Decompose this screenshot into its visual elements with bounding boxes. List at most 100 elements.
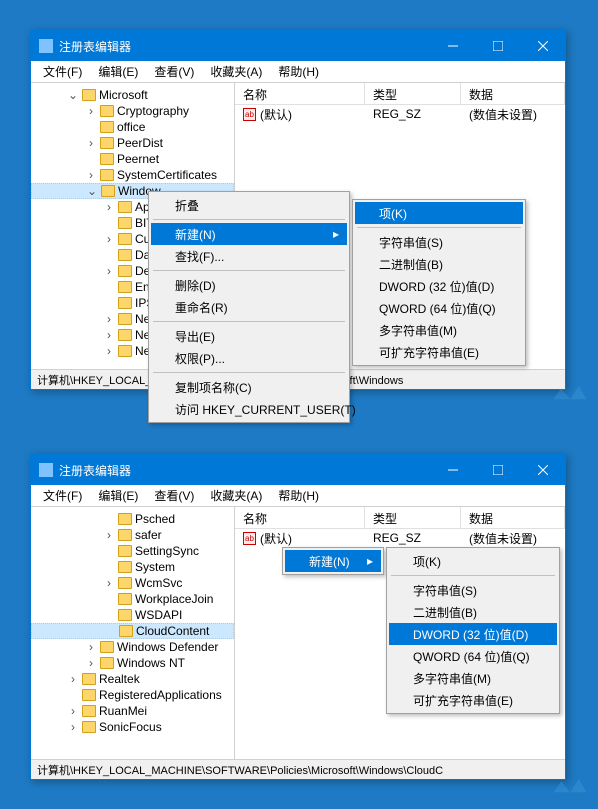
tree-pane[interactable]: Psched ›safer SettingSync System ›WcmSvc… (31, 507, 235, 759)
titlebar[interactable]: 注册表编辑器 (31, 455, 565, 485)
menu-help[interactable]: 帮助(H) (270, 485, 327, 506)
tree-node[interactable]: ›Realtek (31, 671, 234, 687)
tree-node[interactable]: ›SonicFocus (31, 719, 234, 735)
ctx-new-key[interactable]: 项(K) (389, 550, 557, 572)
ctx-new-multi[interactable]: 多字符串值(M) (389, 667, 557, 689)
expand-icon[interactable]: › (85, 104, 97, 118)
ctx-export[interactable]: 导出(E) (151, 325, 347, 347)
expand-icon[interactable]: › (85, 656, 97, 670)
tree-node[interactable]: RegisteredApplications (31, 687, 234, 703)
folder-icon (82, 673, 96, 685)
folder-icon (118, 201, 132, 213)
expand-icon[interactable]: › (67, 704, 79, 718)
col-type[interactable]: 类型 (365, 507, 461, 528)
menu-fav[interactable]: 收藏夹(A) (202, 485, 270, 506)
tree-node-microsoft[interactable]: ⌄Microsoft (31, 87, 234, 103)
ctx-new-dword[interactable]: DWORD (32 位)值(D) (355, 275, 523, 297)
expand-icon[interactable]: › (67, 672, 79, 686)
ctx-new-binary[interactable]: 二进制值(B) (355, 253, 523, 275)
tree-node[interactable]: System (31, 559, 234, 575)
ctx-new-key[interactable]: 项(K) (355, 202, 523, 224)
expand-icon[interactable]: › (85, 136, 97, 150)
list-header[interactable]: 名称 类型 数据 (235, 507, 565, 529)
expand-icon[interactable]: › (103, 264, 115, 278)
ctx-delete[interactable]: 删除(D) (151, 274, 347, 296)
tree-node[interactable]: ›RuanMei (31, 703, 234, 719)
menu-view[interactable]: 查看(V) (146, 485, 202, 506)
expand-icon[interactable]: › (103, 528, 115, 542)
menu-edit[interactable]: 编辑(E) (90, 61, 146, 82)
col-data[interactable]: 数据 (461, 507, 565, 528)
tree-node[interactable]: WSDAPI (31, 607, 234, 623)
list-header[interactable]: 名称 类型 数据 (235, 83, 565, 105)
ctx-new-multi[interactable]: 多字符串值(M) (355, 319, 523, 341)
tree-node[interactable]: ›Windows NT (31, 655, 234, 671)
ctx-find[interactable]: 查找(F)... (151, 245, 347, 267)
expand-icon[interactable]: › (103, 576, 115, 590)
ctx-copykey[interactable]: 复制项名称(C) (151, 376, 347, 398)
ctx-new-string[interactable]: 字符串值(S) (389, 579, 557, 601)
expand-icon[interactable]: › (67, 720, 79, 734)
col-name[interactable]: 名称 (235, 507, 365, 528)
ctx-permissions[interactable]: 权限(P)... (151, 347, 347, 369)
separator (357, 227, 521, 228)
tree-node[interactable]: Peernet (31, 151, 234, 167)
ctx-new-qword[interactable]: QWORD (64 位)值(Q) (389, 645, 557, 667)
menu-help[interactable]: 帮助(H) (270, 61, 327, 82)
tree-node[interactable]: ›Cryptography (31, 103, 234, 119)
ctx-new[interactable]: 新建(N) (151, 223, 347, 245)
collapse-icon[interactable]: ⌄ (67, 88, 79, 102)
menu-file[interactable]: 文件(F) (35, 485, 90, 506)
tree-node-cloudcontent[interactable]: CloudContent (31, 623, 234, 639)
tree-node[interactable]: office (31, 119, 234, 135)
menubar: 文件(F) 编辑(E) 查看(V) 收藏夹(A) 帮助(H) (31, 61, 565, 83)
tree-node[interactable]: Psched (31, 511, 234, 527)
ctx-new-dword[interactable]: DWORD (32 位)值(D) (389, 623, 557, 645)
status-bar: 计算机\HKEY_LOCAL_MACHINE\SOFTWARE\Policies… (31, 759, 565, 779)
menu-fav[interactable]: 收藏夹(A) (202, 61, 270, 82)
expand-icon[interactable]: › (103, 344, 115, 358)
tree-node[interactable]: ›SystemCertificates (31, 167, 234, 183)
ctx-new-qword[interactable]: QWORD (64 位)值(Q) (355, 297, 523, 319)
maximize-button[interactable] (475, 455, 520, 485)
ctx-goto[interactable]: 访问 HKEY_CURRENT_USER(T) (151, 398, 347, 420)
expand-icon[interactable]: › (103, 312, 115, 326)
separator (153, 270, 345, 271)
collapse-icon[interactable]: ⌄ (86, 184, 98, 198)
ctx-new-expand[interactable]: 可扩充字符串值(E) (355, 341, 523, 363)
tree-node[interactable]: ›WcmSvc (31, 575, 234, 591)
tree-node[interactable]: WorkplaceJoin (31, 591, 234, 607)
expand-icon[interactable]: › (103, 328, 115, 342)
expand-icon[interactable]: › (103, 232, 115, 246)
tree-node[interactable]: ›Windows Defender (31, 639, 234, 655)
minimize-button[interactable] (430, 31, 475, 61)
list-item[interactable]: ab(默认) REG_SZ (数值未设置) (235, 105, 565, 123)
context-menu-primary: 折叠 新建(N) 查找(F)... 删除(D) 重命名(R) 导出(E) 权限(… (148, 191, 350, 423)
maximize-button[interactable] (475, 31, 520, 61)
ctx-new-string[interactable]: 字符串值(S) (355, 231, 523, 253)
ctx-collapse[interactable]: 折叠 (151, 194, 347, 216)
expand-icon[interactable]: › (85, 640, 97, 654)
list-item[interactable]: ab(默认) REG_SZ (数值未设置) (235, 529, 565, 547)
expand-icon[interactable]: › (85, 168, 97, 182)
tree-node[interactable]: SettingSync (31, 543, 234, 559)
menu-file[interactable]: 文件(F) (35, 61, 90, 82)
menu-edit[interactable]: 编辑(E) (90, 485, 146, 506)
folder-icon (100, 641, 114, 653)
close-button[interactable] (520, 455, 565, 485)
col-name[interactable]: 名称 (235, 83, 365, 104)
tree-node[interactable]: ›safer (31, 527, 234, 543)
col-data[interactable]: 数据 (461, 83, 565, 104)
tree-node[interactable]: ›PeerDist (31, 135, 234, 151)
ctx-new-binary[interactable]: 二进制值(B) (389, 601, 557, 623)
expand-icon[interactable]: › (103, 200, 115, 214)
titlebar[interactable]: 注册表编辑器 (31, 31, 565, 61)
col-type[interactable]: 类型 (365, 83, 461, 104)
ctx-rename[interactable]: 重命名(R) (151, 296, 347, 318)
ctx-new[interactable]: 新建(N) (285, 550, 381, 572)
context-menu-primary: 新建(N) (282, 547, 384, 575)
ctx-new-expand[interactable]: 可扩充字符串值(E) (389, 689, 557, 711)
minimize-button[interactable] (430, 455, 475, 485)
close-button[interactable] (520, 31, 565, 61)
menu-view[interactable]: 查看(V) (146, 61, 202, 82)
